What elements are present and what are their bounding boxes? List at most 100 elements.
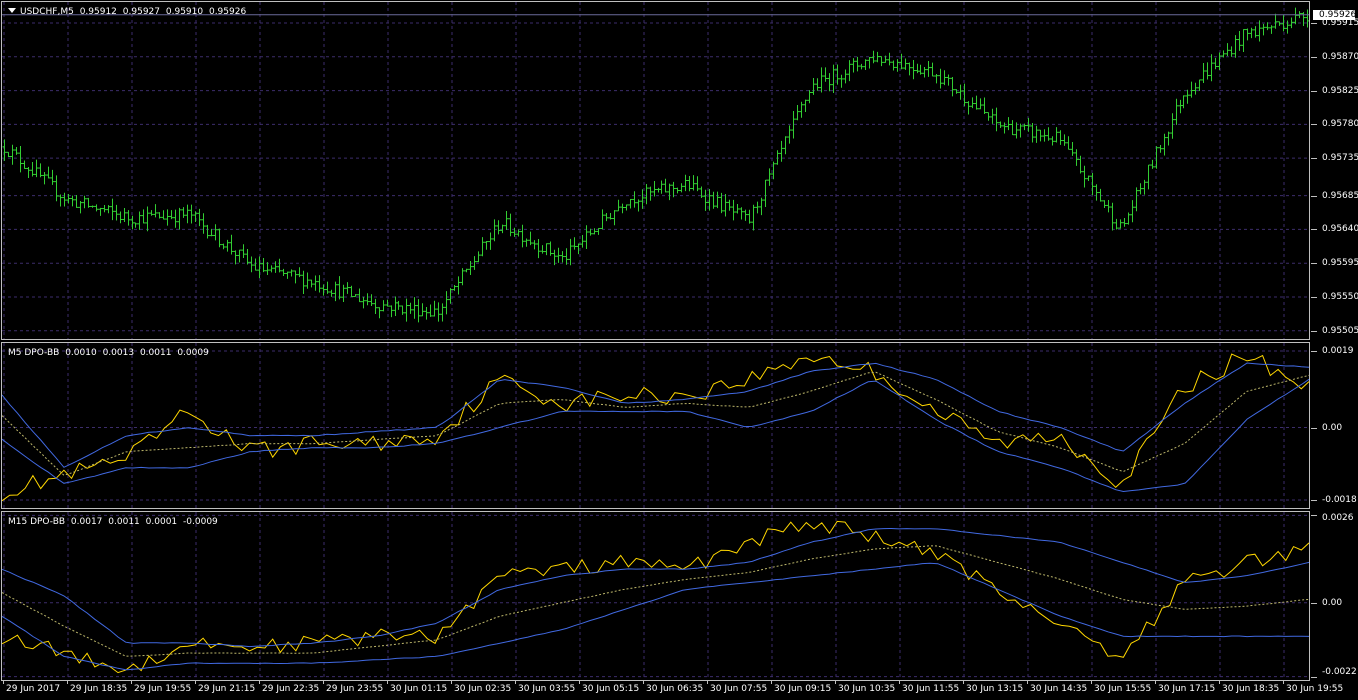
time-axis-label: 29 Jun 2017 — [6, 684, 61, 694]
price-axis-label: 0.95640 — [1322, 224, 1358, 235]
time-axis-label: 30 Jun 05:15 — [582, 684, 640, 694]
price-axis-tick — [1311, 56, 1317, 58]
time-axis-tick — [451, 681, 452, 684]
series-lower-line — [2, 562, 1309, 671]
price-axis-tick — [1311, 263, 1317, 265]
ohlc-close: 0.95926 — [208, 7, 247, 17]
time-axis-label: 30 Jun 15:55 — [1094, 684, 1152, 694]
time-axis-tick — [515, 681, 516, 684]
time-axis-tick — [899, 681, 900, 684]
time-axis-label: 30 Jun 01:15 — [390, 684, 448, 694]
price-axis-tick — [1311, 195, 1317, 197]
price-chart-svg — [2, 2, 1309, 339]
time-axis-label: 29 Jun 19:55 — [134, 684, 192, 694]
time-axis-tick — [1027, 681, 1028, 684]
price-axis-tick — [1311, 330, 1317, 332]
time-axis-tick — [707, 681, 708, 684]
time-axis-label: 29 Jun 22:35 — [262, 684, 320, 694]
m5-value-1: 0.0010 — [65, 348, 97, 358]
price-axis-label: 0.95735 — [1322, 153, 1358, 164]
time-axis-label: 30 Jun 10:35 — [838, 684, 896, 694]
price-axis-tick — [1311, 23, 1317, 24]
m15-indicator-label: M15 DPO-BB — [8, 517, 66, 527]
series-mid-line — [2, 371, 1309, 476]
price-axis-label: 0.95685 — [1322, 190, 1358, 201]
ohlc-low: 0.95910 — [165, 7, 204, 17]
ind2-axis-tick — [1311, 515, 1317, 517]
series-upper-line — [2, 362, 1309, 468]
time-axis-label: 29 Jun 21:15 — [198, 684, 256, 694]
price-chart-panel[interactable]: USDCHF,M5 0.95912 0.95927 0.95910 0.9592… — [1, 1, 1310, 340]
m5-indicator-label: M5 DPO-BB — [8, 348, 60, 358]
time-axis-label: 30 Jun 07:55 — [710, 684, 768, 694]
m5-value-4: 0.0009 — [177, 348, 209, 358]
time-axis-tick — [131, 681, 132, 684]
m5-value-3: 0.0011 — [139, 348, 172, 358]
time-axis-tick — [3, 681, 4, 684]
price-axis-tick — [1311, 229, 1317, 231]
time-axis-tick — [1283, 681, 1284, 684]
m15-value-3: 0.0001 — [145, 517, 178, 527]
m15-indicator-title: M15 DPO-BB 0.0017 0.0011 0.0001 -0.0009 — [8, 517, 221, 527]
ind1-axis-tick — [1311, 351, 1317, 353]
collapse-triangle-icon[interactable] — [8, 8, 16, 13]
time-axis-tick — [579, 681, 580, 684]
time-axis-label: 30 Jun 11:55 — [902, 684, 960, 694]
ind1-axis-label: 0.00 — [1322, 422, 1343, 433]
price-axis-tick — [1311, 124, 1317, 126]
m15-value-4: -0.0009 — [183, 517, 218, 527]
time-axis-label: 30 Jun 03:55 — [518, 684, 576, 694]
time-axis-tick — [387, 681, 388, 684]
series-upper-line — [2, 527, 1309, 648]
ind2-axis-label: 0.0026 — [1322, 513, 1354, 523]
price-axis-tick — [1311, 158, 1317, 160]
series-mid-line — [2, 545, 1309, 657]
time-axis-tick — [963, 681, 964, 684]
current-price-badge: 0.95926 — [1313, 9, 1356, 20]
m15-value-2: 0.0011 — [108, 517, 140, 527]
m5-value-2: 0.0013 — [102, 348, 135, 358]
ind2-axis-label: 0.00 — [1322, 597, 1343, 608]
ohlc-open: 0.95912 — [79, 7, 117, 17]
m15-value-1: 0.0017 — [70, 517, 103, 527]
time-axis-label: 29 Jun 18:35 — [70, 684, 128, 694]
time-axis-tick — [771, 681, 772, 684]
price-axis-label: 0.95825 — [1322, 85, 1358, 96]
series-lower-line — [2, 378, 1309, 493]
m5-dpo-bb-panel[interactable]: M5 DPO-BB 0.0010 0.0013 0.0011 0.0009 — [1, 342, 1310, 509]
ind2-axis-tick — [1311, 602, 1317, 604]
time-axis-tick — [67, 681, 68, 684]
time-axis-tick — [1219, 681, 1220, 684]
price-axis-label: 0.95780 — [1322, 119, 1358, 130]
m15-dpo-bb-svg — [2, 512, 1309, 680]
time-axis-label: 30 Jun 18:35 — [1222, 684, 1280, 694]
time-axis-label: 30 Jun 19:55 — [1286, 684, 1344, 694]
time-axis-label: 30 Jun 09:15 — [774, 684, 832, 694]
time-axis-label: 30 Jun 06:35 — [646, 684, 704, 694]
symbol-label: USDCHF,M5 — [20, 7, 74, 17]
time-axis-tick — [195, 681, 196, 684]
time-axis-label: 30 Jun 02:35 — [454, 684, 512, 694]
ind2-axis-label: -0.0022 — [1322, 667, 1357, 677]
ind1-axis-label: -0.0018 — [1322, 494, 1357, 505]
price-axis-label: 0.95550 — [1322, 291, 1358, 302]
ind2-axis-tick — [1311, 676, 1317, 678]
time-axis-label: 29 Jun 23:55 — [326, 684, 384, 694]
time-axis-label: 30 Jun 13:15 — [966, 684, 1024, 694]
ind1-axis-tick — [1311, 499, 1317, 501]
series-dpo-line — [2, 520, 1309, 674]
m5-dpo-bb-svg — [2, 343, 1309, 508]
time-axis-tick — [643, 681, 644, 684]
time-axis-tick — [323, 681, 324, 684]
ohlc-high: 0.95927 — [122, 7, 160, 17]
time-axis-label: 30 Jun 14:35 — [1030, 684, 1088, 694]
price-axis-label: 0.95595 — [1322, 258, 1358, 269]
ind1-axis-label: 0.0019 — [1322, 346, 1354, 357]
price-axis-label: 0.95870 — [1322, 51, 1358, 62]
time-axis-tick — [1091, 681, 1092, 684]
price-axis-label: 0.95505 — [1322, 325, 1358, 336]
m5-indicator-title: M5 DPO-BB 0.0010 0.0013 0.0011 0.0009 — [8, 348, 212, 358]
price-axis-tick — [1311, 90, 1317, 92]
price-axis-tick — [1311, 296, 1317, 298]
m15-dpo-bb-panel[interactable]: M15 DPO-BB 0.0017 0.0011 0.0001 -0.0009 — [1, 511, 1310, 681]
